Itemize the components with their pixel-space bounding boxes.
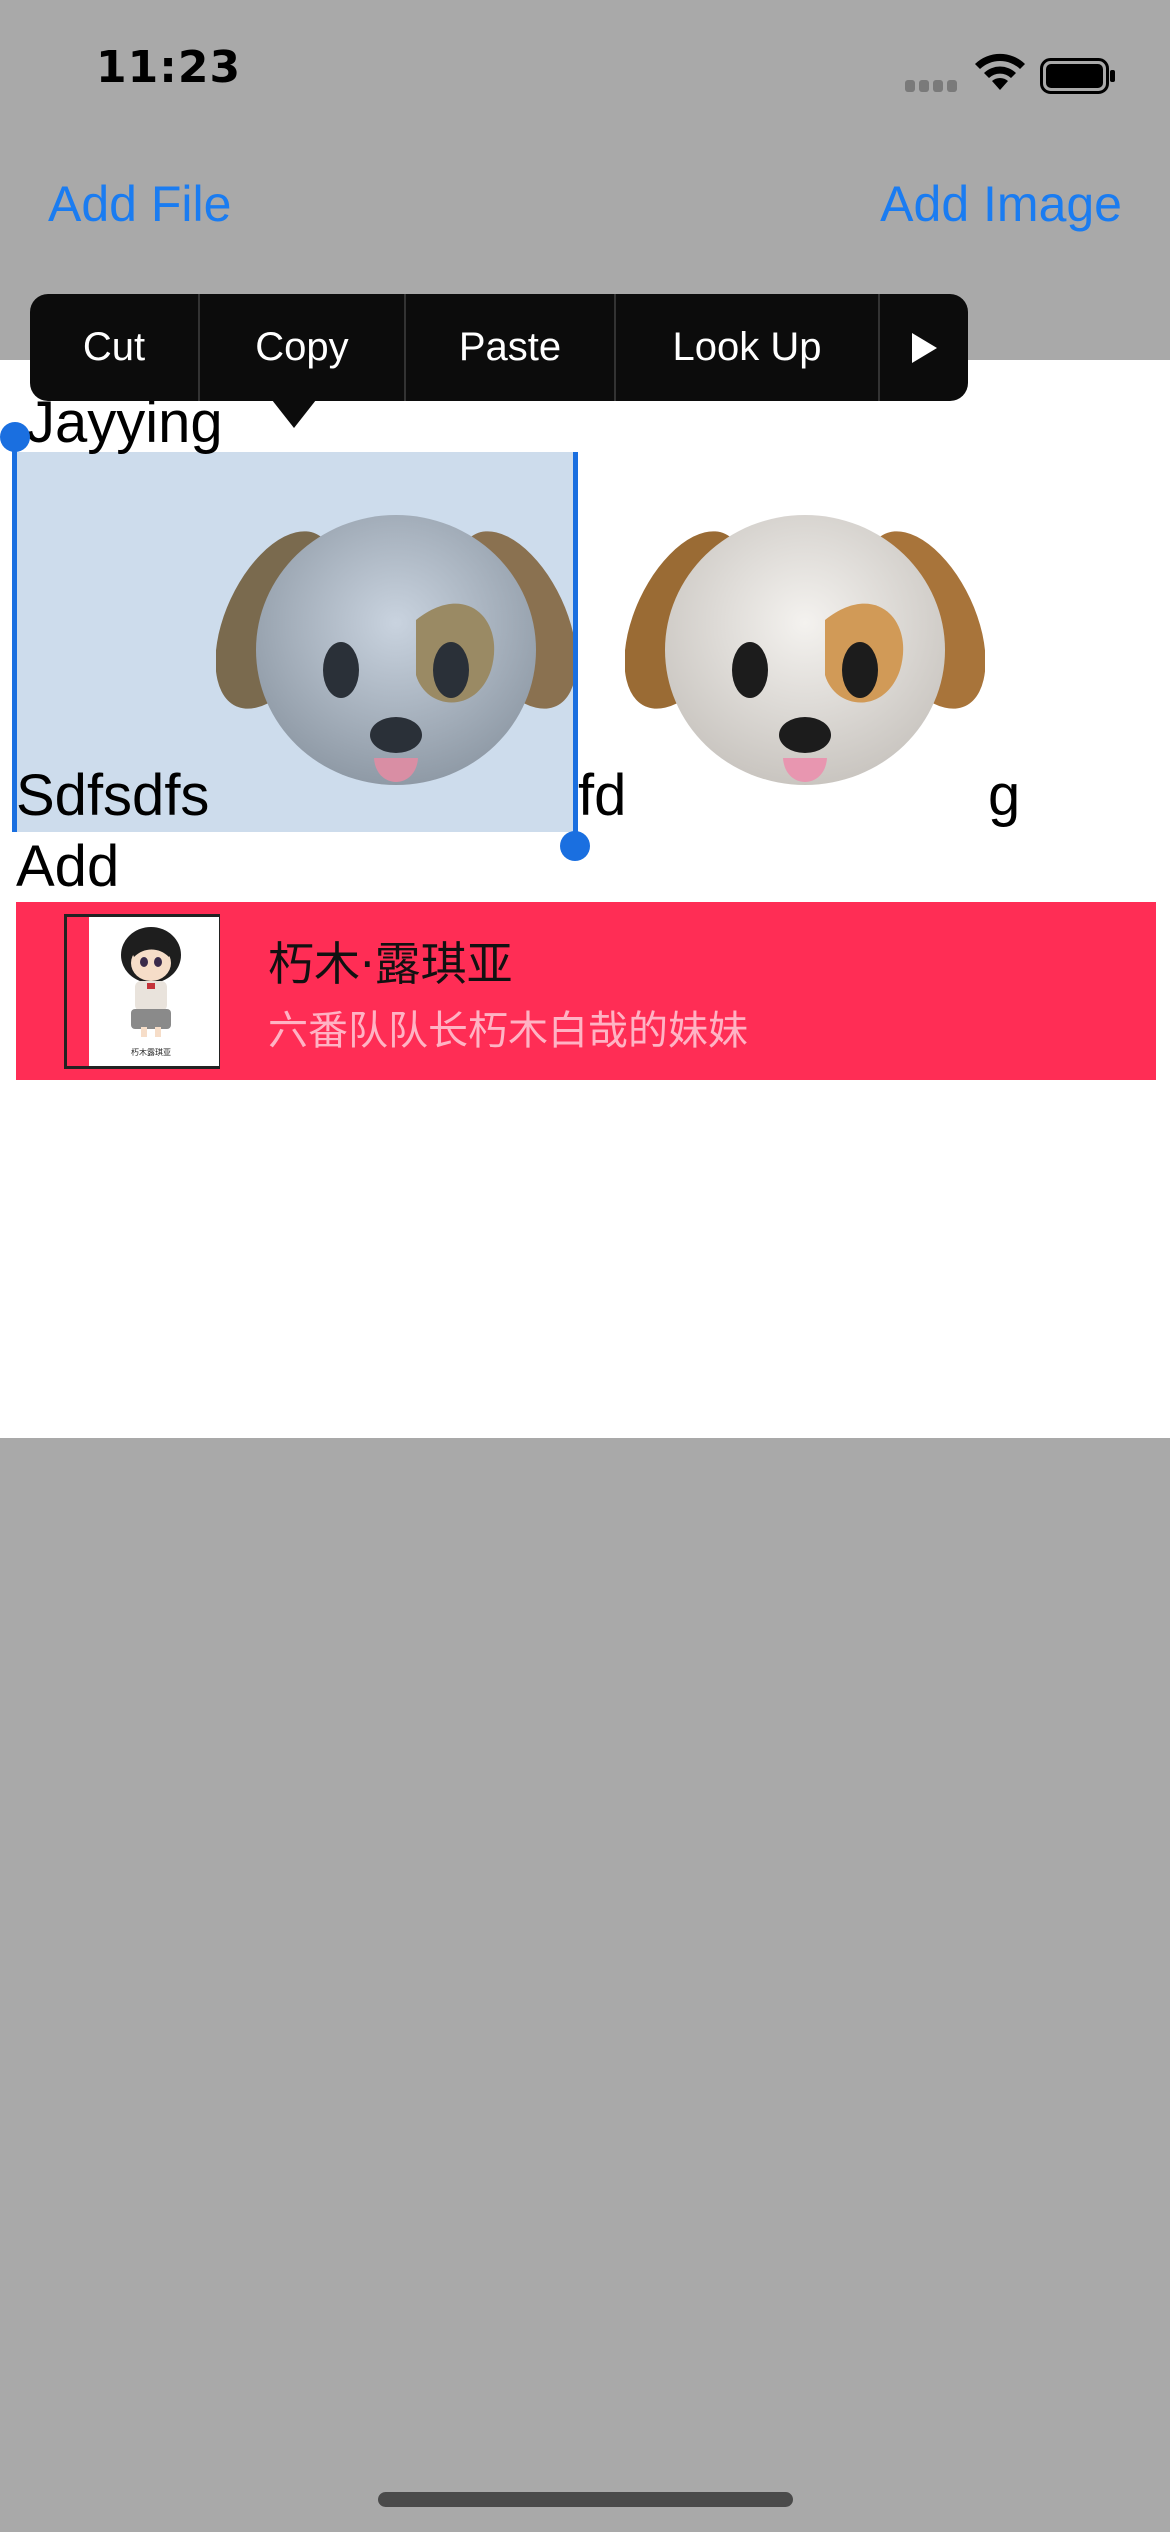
text-line-sdfsdfs[interactable]: Sdfsdfs bbox=[16, 767, 209, 825]
edit-context-menu: Cut Copy Paste Look Up bbox=[30, 294, 968, 401]
card-subtitle: 六番队队长朽木白哉的妹妹 bbox=[268, 1008, 748, 1054]
wifi-icon bbox=[975, 53, 1025, 90]
character-thumbnail: 朽木露琪亚 bbox=[89, 917, 219, 1066]
menu-item-copy[interactable]: Copy bbox=[200, 294, 406, 401]
menu-pointer-arrow bbox=[272, 400, 316, 428]
thumbnail-caption: 朽木露琪亚 bbox=[131, 1047, 171, 1057]
card-title: 朽木·露琪亚 bbox=[268, 937, 513, 991]
selection-end-bar bbox=[573, 452, 578, 847]
add-file-button[interactable]: Add File bbox=[48, 175, 231, 233]
character-card[interactable]: 朽木露琪亚 朽木·露琪亚 六番队队长朽木白哉的妹妹 bbox=[16, 902, 1156, 1080]
home-indicator[interactable] bbox=[378, 2492, 793, 2507]
add-image-button[interactable]: Add Image bbox=[880, 175, 1122, 233]
dog-face-emoji-selected[interactable] bbox=[216, 500, 576, 830]
text-fragment-g[interactable]: g bbox=[988, 767, 1020, 825]
dog-face-emoji[interactable] bbox=[625, 500, 985, 830]
card-thumbnail-frame: 朽木露琪亚 bbox=[64, 914, 220, 1069]
text-line-jayying[interactable]: Jayying bbox=[26, 394, 223, 452]
signal-icon bbox=[905, 80, 959, 92]
text-fragment-fd[interactable]: fd bbox=[578, 767, 626, 825]
menu-item-cut[interactable]: Cut bbox=[30, 294, 200, 401]
selection-start-handle[interactable] bbox=[0, 422, 30, 452]
menu-more-button[interactable] bbox=[880, 294, 968, 401]
selection-end-handle[interactable] bbox=[560, 831, 590, 861]
selection-start-bar bbox=[12, 434, 17, 832]
menu-item-look-up[interactable]: Look Up bbox=[616, 294, 880, 401]
play-right-icon bbox=[912, 332, 937, 363]
status-time: 11:23 bbox=[96, 42, 242, 93]
text-line-add[interactable]: Add bbox=[16, 838, 119, 896]
anime-character-image: 朽木露琪亚 bbox=[121, 927, 181, 1057]
battery-icon bbox=[1040, 58, 1115, 94]
menu-item-paste[interactable]: Paste bbox=[406, 294, 616, 401]
